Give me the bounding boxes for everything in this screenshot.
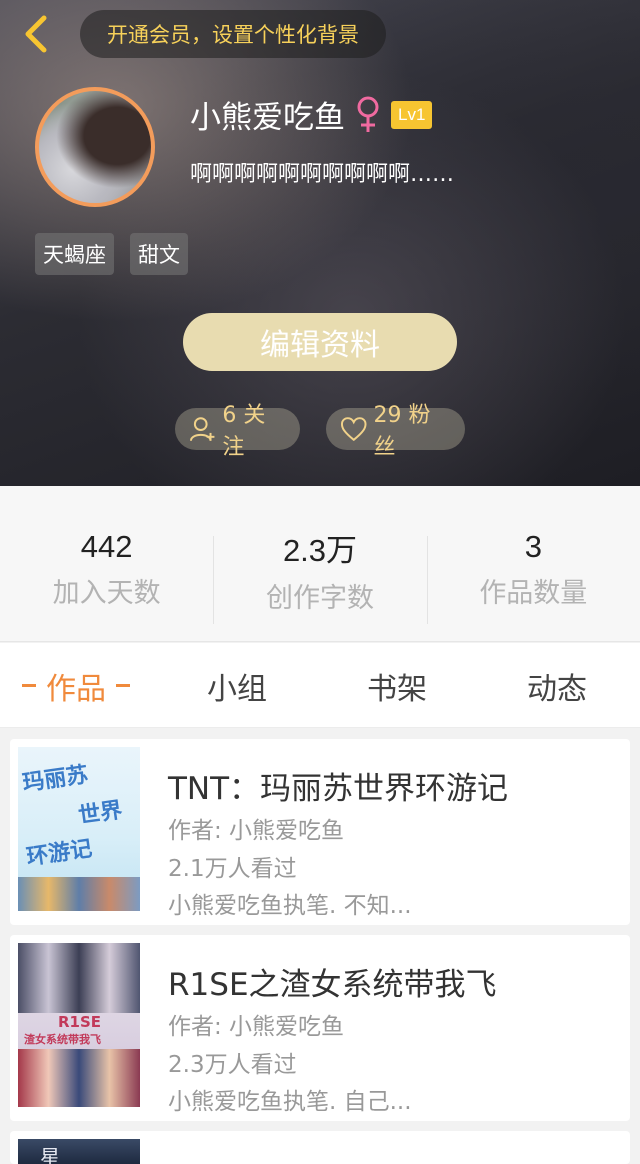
avatar[interactable] — [35, 87, 155, 207]
tab-label: 作品 — [46, 671, 106, 707]
stat-label: 创作字数 — [265, 582, 374, 614]
heart-icon — [340, 417, 367, 442]
chevron-left-icon — [25, 15, 47, 53]
female-icon — [357, 96, 379, 132]
profile-header: 开通会员，设置个性化背景 小熊爱吃鱼 Lv1 啊啊啊啊啊啊啊啊啊啊…… 天蝎座 … — [0, 0, 640, 486]
cover-text: 玛丽苏 — [20, 762, 90, 797]
cover-text: R1SE — [58, 1013, 102, 1031]
follow-count: 6 关注 — [222, 403, 266, 460]
book-item[interactable]: 星 — [10, 1131, 630, 1164]
tab-groups[interactable]: 小组 — [207, 643, 267, 728]
level-badge: Lv1 — [391, 100, 433, 129]
book-item[interactable]: R1SE 渣女系统带我飞 R1SE之渣女系统带我飞 作者: 小熊爱吃鱼 2.3万… — [10, 935, 630, 1121]
tab-label: 书架 — [367, 671, 427, 707]
tab-label: 小组 — [207, 671, 267, 707]
tag-item[interactable]: 甜文 — [130, 233, 188, 275]
tab-label: 动态 — [527, 671, 587, 707]
cover-text: 渣女系统带我飞 — [24, 1033, 101, 1046]
book-title: TNT：玛丽苏世界环游记 — [168, 771, 509, 807]
book-desc: 小熊爱吃鱼执笔. 不知... — [168, 893, 412, 919]
stat-value: 3 — [524, 529, 542, 564]
cover-figures — [18, 1049, 140, 1107]
stats-bar: 442 加入天数 2.3万 创作字数 3 作品数量 — [0, 486, 640, 642]
stat-value: 2.3万 — [282, 532, 358, 568]
book-desc: 小熊爱吃鱼执笔. 自己... — [168, 1089, 412, 1115]
stat-label: 作品数量 — [479, 578, 588, 609]
tab-works[interactable]: 作品 — [22, 643, 140, 728]
user-name: 小熊爱吃鱼 — [190, 100, 345, 136]
tab-activity[interactable]: 动态 — [527, 643, 587, 728]
stat-value: 442 — [80, 529, 133, 564]
tab-bookshelf[interactable]: 书架 — [367, 643, 427, 728]
follow-count-button[interactable]: 6 关注 — [175, 403, 300, 460]
book-cover: R1SE 渣女系统带我飞 — [18, 943, 140, 1107]
stat-join-days: 442 加入天数 — [0, 486, 213, 641]
book-author: 作者: 小熊爱吃鱼 — [168, 1014, 345, 1040]
user-bio: 啊啊啊啊啊啊啊啊啊啊…… — [190, 162, 455, 187]
book-cover: 玛丽苏 世界 环游记 — [18, 747, 140, 911]
name-row: 小熊爱吃鱼 Lv1 — [190, 92, 433, 137]
book-cover: 星 — [18, 1139, 140, 1164]
cover-text: 星 — [40, 1145, 60, 1164]
cover-text: 环游记 — [24, 836, 94, 871]
tab-bar: 作品 小组 书架 动态 — [0, 643, 640, 728]
tab-indicator-left — [22, 684, 36, 687]
book-author: 作者: 小熊爱吃鱼 — [168, 818, 345, 844]
edit-profile-button[interactable]: 编辑资料 — [183, 313, 457, 371]
book-views: 2.1万人看过 — [168, 856, 297, 882]
tab-indicator-right — [116, 684, 130, 687]
tag-item[interactable]: 天蝎座 — [35, 233, 114, 275]
book-title: R1SE之渣女系统带我飞 — [168, 967, 497, 1003]
stat-word-count: 2.3万 创作字数 — [213, 486, 426, 641]
back-button[interactable] — [14, 12, 58, 56]
cover-text: 世界 — [76, 798, 124, 829]
user-add-icon — [189, 417, 215, 442]
cover-figures — [18, 943, 140, 1013]
book-item[interactable]: 玛丽苏 世界 环游记 TNT：玛丽苏世界环游记 作者: 小熊爱吃鱼 2.1万人看… — [10, 739, 630, 925]
stat-work-count: 3 作品数量 — [426, 486, 640, 641]
fans-count-button[interactable]: 29 粉丝 — [326, 403, 465, 460]
book-views: 2.3万人看过 — [168, 1052, 297, 1078]
fans-count: 29 粉丝 — [373, 403, 431, 460]
vip-banner[interactable]: 开通会员，设置个性化背景 — [80, 10, 386, 58]
tag-list: 天蝎座 甜文 — [35, 233, 188, 275]
stat-label: 加入天数 — [52, 578, 161, 609]
cover-figures — [18, 877, 140, 911]
